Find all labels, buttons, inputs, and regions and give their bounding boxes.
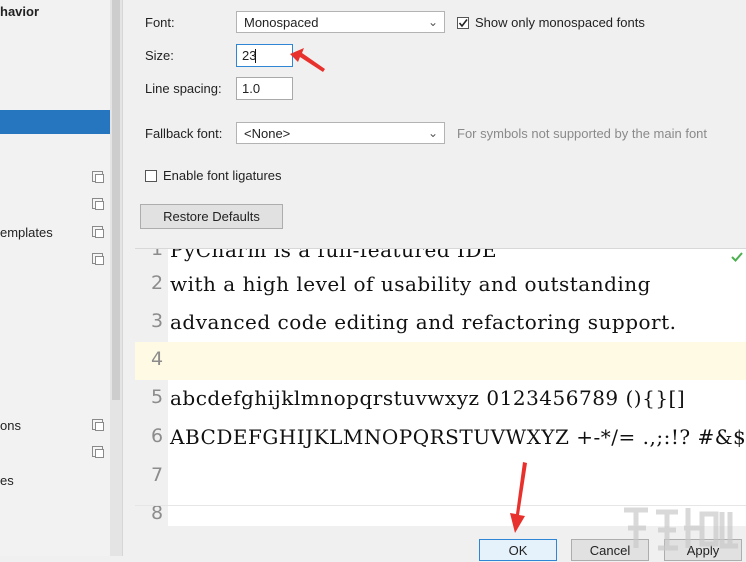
text-cursor [255,49,256,63]
fallback-font-combobox[interactable]: <None> ⌄ [236,122,445,144]
font-combobox[interactable]: Monospaced ⌄ [236,11,445,33]
fallback-font-value: <None> [244,126,291,141]
checkmark-icon [458,19,468,28]
restore-defaults-button[interactable]: Restore Defaults [140,204,283,229]
copy-icon [92,419,104,431]
annotation-arrow-icon [510,462,527,533]
preview-current-line: 4 [135,342,746,380]
ok-button[interactable]: OK [479,539,557,561]
sidebar-item-options[interactable]: ons [0,418,21,433]
sidebar-item-styles[interactable]: es [0,473,14,488]
preview-line: 5 abcdefghijklmnopqrstuvwxyz 0123456789 (… [151,386,686,410]
annotation-arrow-icon [290,48,325,72]
chevron-down-icon: ⌄ [427,126,438,140]
line-spacing-input[interactable]: 1.0 [236,77,293,100]
fallback-font-label: Fallback font: [145,126,223,141]
preview-line: 6 ABCDEFGHIJKLMNOPQRSTUVWXYZ +-*/= .,;:!?… [151,425,746,449]
sidebar-item-behavior[interactable]: havior [0,4,39,19]
font-preview-editor[interactable]: 1 PyCharm is a full-featured IDE 2 with a … [135,248,746,527]
fallback-font-hint: For symbols not supported by the main fo… [457,126,708,141]
sidebar-scrollbar-thumb[interactable] [112,0,120,400]
copy-icon [92,198,104,210]
font-combobox-value: Monospaced [244,15,319,30]
line-spacing-input-value: 1.0 [242,81,261,96]
sidebar-item-selected[interactable] [0,110,110,134]
sidebar-item-templates[interactable]: emplates [0,225,53,240]
chevron-down-icon: ⌄ [427,15,438,29]
copy-icon [92,446,104,458]
line-spacing-label: Line spacing: [145,81,222,96]
preview-line: 2 with a high level of usability and outs… [151,272,651,296]
copy-icon [92,171,104,183]
ligatures-label: Enable font ligatures [163,168,282,183]
settings-sidebar: havior emplates ons es [0,0,123,556]
copy-icon [92,253,104,265]
preview-line: 3 advanced code editing and refactoring s… [151,310,677,334]
ligatures-checkbox[interactable] [145,170,157,182]
font-label: Font: [145,15,175,30]
size-input[interactable]: 23 [236,44,293,67]
copy-icon [92,226,104,238]
watermark-logo [624,507,738,551]
check-icon [731,252,743,262]
monospaced-only-checkbox[interactable] [457,17,469,29]
preview-line: 7 [151,464,164,486]
size-label: Size: [145,48,174,63]
monospaced-only-label: Show only monospaced fonts [475,15,645,30]
